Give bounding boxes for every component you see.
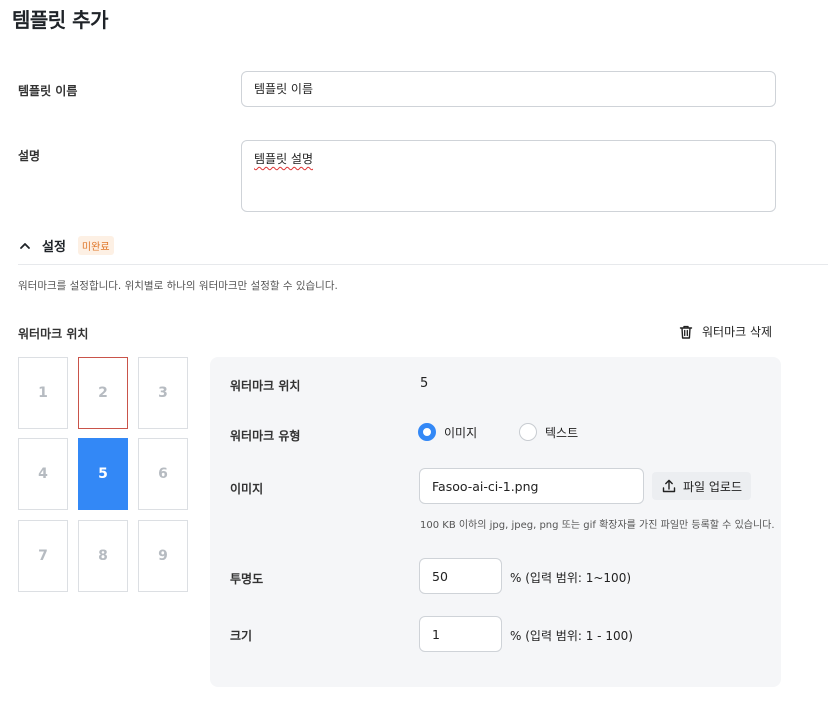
radio-unchecked-icon — [519, 423, 537, 441]
delete-watermark-label: 워터마크 삭제 — [702, 325, 773, 339]
image-upload-hint: 100 KB 이하의 jpg, jpeg, png 또는 gif 확장자를 가진… — [420, 520, 775, 531]
opacity-range-hint: % (입력 범위: 1~100) — [510, 571, 632, 585]
description-label: 설명 — [18, 149, 41, 163]
position-cell-5[interactable]: 5 — [78, 438, 128, 510]
template-name-input[interactable]: 템플릿 이름 — [241, 71, 776, 107]
status-badge: 미완료 — [77, 236, 114, 255]
position-cell-2[interactable]: 2 — [78, 357, 128, 429]
description-textarea[interactable]: 템플릿 설명 — [241, 140, 776, 212]
watermark-settings-panel: 워터마크 위치 5 워터마크 유형 이미지 텍스트 이미지 Fasoo-ai-c… — [210, 357, 781, 687]
position-cell-3[interactable]: 3 — [138, 357, 188, 429]
description-text: 템플릿 설명 — [254, 152, 314, 166]
position-cell-6[interactable]: 6 — [138, 438, 188, 510]
image-filename-input[interactable]: Fasoo-ai-ci-1.png — [419, 468, 644, 504]
position-cell-4[interactable]: 4 — [18, 438, 68, 510]
type-radio-image[interactable]: 이미지 — [418, 423, 477, 441]
panel-position-value: 5 — [420, 376, 429, 391]
delete-watermark-button[interactable]: 워터마크 삭제 — [678, 323, 772, 340]
template-name-label: 템플릿 이름 — [18, 84, 78, 98]
position-cell-8[interactable]: 8 — [78, 520, 128, 592]
image-label: 이미지 — [230, 482, 264, 496]
position-cell-7[interactable]: 7 — [18, 520, 68, 592]
size-label: 크기 — [230, 629, 253, 643]
size-input[interactable]: 1 — [419, 616, 502, 652]
section-divider — [18, 264, 828, 265]
panel-position-label: 워터마크 위치 — [230, 379, 301, 393]
settings-section-header[interactable]: 설정 미완료 — [18, 236, 114, 255]
type-option-text-label: 텍스트 — [545, 425, 579, 440]
trash-icon — [679, 325, 693, 339]
type-radio-text[interactable]: 텍스트 — [519, 423, 578, 441]
size-range-hint: % (입력 범위: 1 - 100) — [510, 629, 633, 643]
chevron-up-icon — [20, 242, 30, 249]
upload-icon — [662, 479, 676, 493]
file-upload-button[interactable]: 파일 업로드 — [652, 472, 751, 500]
watermark-type-label: 워터마크 유형 — [230, 429, 301, 443]
file-upload-label: 파일 업로드 — [682, 479, 742, 494]
opacity-input[interactable]: 50 — [419, 558, 502, 594]
type-option-image-label: 이미지 — [444, 425, 478, 440]
settings-title: 설정 — [42, 240, 66, 255]
opacity-label: 투명도 — [230, 572, 264, 586]
watermark-position-label: 워터마크 위치 — [18, 327, 89, 341]
position-cell-1[interactable]: 1 — [18, 357, 68, 429]
radio-checked-icon — [418, 423, 436, 441]
settings-description: 워터마크를 설정합니다. 위치별로 하나의 워터마크만 설정할 수 있습니다. — [18, 280, 338, 292]
page-title: 템플릿 추가 — [12, 8, 108, 32]
position-cell-9[interactable]: 9 — [138, 520, 188, 592]
